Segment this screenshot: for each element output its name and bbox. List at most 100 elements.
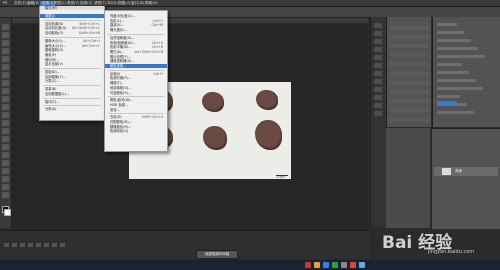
menu-item[interactable]: 色彩平衡(B)... Ctrl+B [105, 45, 167, 49]
property-control[interactable] [437, 55, 485, 58]
panel-row[interactable] [389, 30, 429, 35]
menu-item[interactable]: 画布大小(S)... Alt+Ctrl+C [40, 44, 104, 48]
panel-row[interactable] [389, 34, 429, 39]
menu-item[interactable]: 阈值(T)... [105, 81, 167, 85]
taskbar-app-icon[interactable] [314, 262, 320, 268]
menu-item[interactable]: 裁切(R)... [40, 58, 104, 62]
timeline-control-icon[interactable] [52, 243, 57, 247]
menu-item[interactable]: 应用数据组(L)... [40, 92, 104, 96]
timeline-control-icon[interactable] [28, 243, 33, 247]
menu-1[interactable]: 文件(F) [14, 1, 26, 6]
panel-row[interactable] [389, 117, 429, 122]
menu-item[interactable]: 去色(D) Shift+Ctrl+U [105, 115, 167, 119]
tool-icon[interactable] [2, 96, 9, 102]
tool-icon[interactable] [2, 192, 9, 198]
taskbar-app-icon[interactable] [359, 262, 365, 268]
menu-0[interactable]: PS [3, 1, 7, 6]
panel-row[interactable] [389, 62, 429, 67]
timeline-control-icon[interactable] [20, 243, 25, 247]
panel-row[interactable] [389, 71, 429, 76]
menu-8[interactable]: 3D(D) [107, 1, 118, 6]
menu-item-mode[interactable]: 模式(M) [40, 6, 104, 10]
layer-row[interactable]: 背景 [434, 167, 498, 176]
panel-row[interactable] [389, 76, 429, 81]
menu-9[interactable]: 视图(V) [118, 1, 130, 6]
panel-row[interactable] [389, 85, 429, 90]
panel-row[interactable] [389, 80, 429, 85]
menu-item[interactable]: 自动颜色(O) Shift+Ctrl+B [40, 31, 104, 35]
selected-swatch[interactable] [437, 101, 457, 106]
menu-item[interactable]: 分析(A) [40, 107, 104, 111]
panel-row[interactable] [389, 67, 429, 71]
dock-icon[interactable] [374, 31, 382, 36]
panel-row[interactable] [389, 44, 429, 48]
dock-icon[interactable] [374, 95, 382, 100]
property-control[interactable] [437, 95, 460, 98]
dock-icon[interactable] [374, 87, 382, 92]
menu-item[interactable]: 图像大小(I)... Alt+Ctrl+I [40, 39, 104, 43]
menu-item[interactable]: 匹配颜色(M)... [105, 120, 167, 124]
tool-icon[interactable] [2, 176, 9, 182]
panel-row[interactable] [389, 39, 429, 44]
tool-icon[interactable] [2, 64, 9, 70]
property-control[interactable] [437, 87, 483, 90]
menu-item[interactable]: 变化... [105, 108, 167, 112]
property-control[interactable] [437, 63, 462, 66]
tool-icon[interactable] [2, 104, 9, 110]
dock-icon[interactable] [374, 55, 382, 60]
property-control[interactable] [437, 39, 471, 42]
tool-icon[interactable] [2, 136, 9, 142]
menu-item[interactable]: 曲线(U)... Ctrl+M [105, 23, 167, 27]
tool-icon[interactable] [2, 40, 9, 46]
property-control[interactable] [437, 23, 457, 26]
menu-item[interactable]: 渐变映射(G)... [105, 86, 167, 90]
tool-icon[interactable] [2, 112, 9, 118]
panel-row[interactable] [389, 108, 429, 113]
taskbar-app-icon[interactable] [350, 262, 356, 268]
menu-item[interactable]: HDR 色调... [105, 103, 167, 107]
dock-icon[interactable] [374, 39, 382, 44]
menu-item[interactable]: 颜色查找... [105, 64, 167, 68]
timeline-control-icon[interactable] [12, 243, 17, 247]
menu-item[interactable]: 色调均化(Q) [105, 129, 167, 133]
tool-icon[interactable] [2, 56, 9, 62]
tool-icon[interactable] [2, 184, 9, 190]
menu-item[interactable]: 陷印(T)... [40, 100, 104, 104]
panel-row[interactable] [389, 53, 429, 58]
taskbar-app-icon[interactable] [341, 262, 347, 268]
tool-icon[interactable] [2, 32, 9, 38]
menu-item[interactable]: 照片滤镜(F)... [105, 55, 167, 59]
tool-icon[interactable] [2, 160, 9, 166]
tool-icon[interactable] [2, 80, 9, 86]
menu-item[interactable]: 自然饱和度(V)... [105, 36, 167, 40]
panel-row[interactable] [389, 90, 429, 94]
tool-icon[interactable] [2, 88, 9, 94]
tool-icon[interactable] [2, 48, 9, 54]
panel-row[interactable] [389, 94, 429, 99]
tool-icon[interactable] [2, 128, 9, 134]
menu-item[interactable]: 计算(C)... [40, 79, 104, 83]
dock-icon[interactable] [374, 111, 382, 116]
tool-icon[interactable] [2, 152, 9, 158]
tool-icon[interactable] [2, 168, 9, 174]
menu-11[interactable]: 帮助(H) [145, 1, 158, 6]
menu-item[interactable]: 亮度/对比度(C)... [105, 14, 167, 18]
menu-item[interactable]: 色相/饱和度(H)... Ctrl+U [105, 41, 167, 45]
dock-icon[interactable] [374, 71, 382, 76]
taskbar-app-icon[interactable] [323, 262, 329, 268]
menu-item[interactable]: 自动对比度(U) Alt+Shift+Ctrl+L [40, 26, 104, 30]
dock-icon[interactable] [374, 79, 382, 84]
menu-item[interactable]: 裁剪(P) [40, 53, 104, 57]
tool-icon[interactable] [2, 72, 9, 78]
tool-icon[interactable] [2, 24, 9, 30]
dock-icon[interactable] [374, 47, 382, 52]
dock-icon[interactable] [374, 23, 382, 28]
menu-item[interactable]: 变量(B) [40, 87, 104, 91]
taskbar-app-icon[interactable] [305, 262, 311, 268]
menu-item[interactable]: 显示全部(V) [40, 62, 104, 66]
menu-item[interactable]: 阴影/高光(W)... [105, 98, 167, 102]
panel-row[interactable] [389, 21, 429, 25]
timeline-control-icon[interactable] [4, 243, 9, 247]
timeline-control-icon[interactable] [60, 243, 65, 247]
menu-10[interactable]: 窗口(W) [131, 1, 145, 6]
